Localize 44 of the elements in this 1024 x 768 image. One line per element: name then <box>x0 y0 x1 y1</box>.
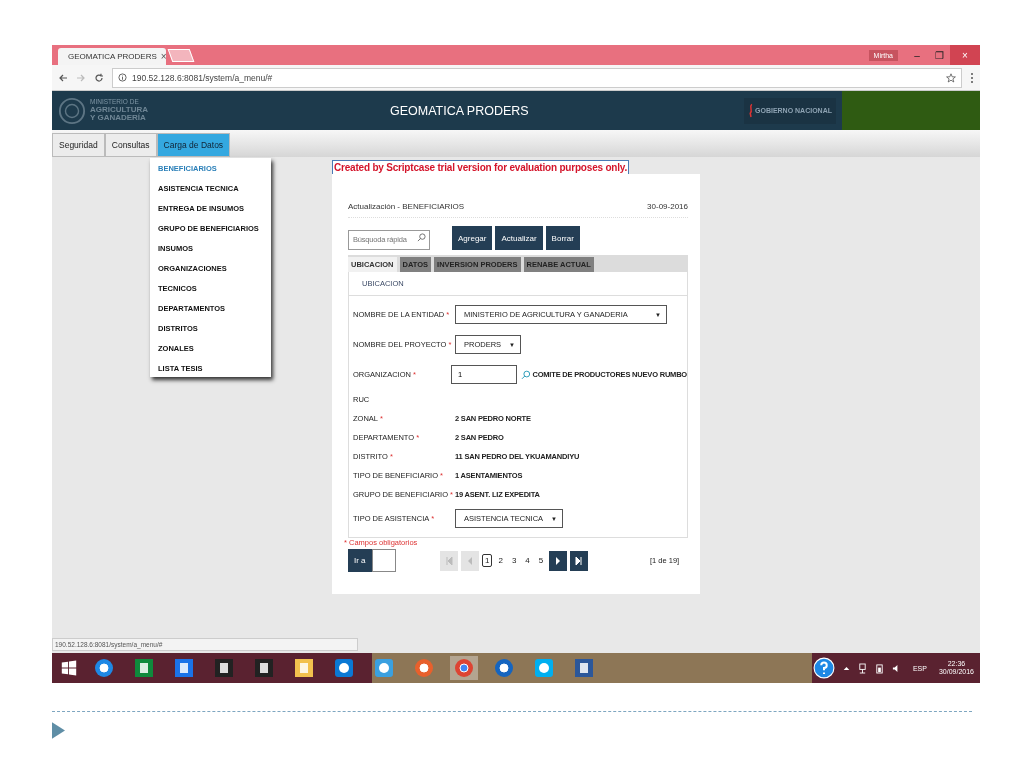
more-icon[interactable] <box>970 71 974 84</box>
new-tab-button[interactable] <box>167 49 195 62</box>
close-button[interactable]: × <box>950 45 980 65</box>
chevron-up-icon[interactable] <box>842 664 850 672</box>
next-page-icon[interactable] <box>549 550 568 571</box>
star-icon[interactable] <box>946 72 956 83</box>
page-link[interactable]: 2 <box>495 554 506 567</box>
page-input[interactable] <box>371 549 396 572</box>
ministry-name: AGRICULTURA <box>90 105 149 114</box>
search-icon <box>417 233 426 242</box>
restore-button[interactable]: ❐ <box>928 45 950 65</box>
menu-item[interactable]: Seguridad <box>52 133 105 157</box>
tab-close-button[interactable]: × <box>160 51 167 62</box>
windows-start-icon[interactable] <box>60 659 78 677</box>
action-button[interactable]: Borrar <box>545 226 580 250</box>
help-icon[interactable] <box>812 657 835 679</box>
bullet-triangle-icon <box>52 722 65 739</box>
url-text: 190.52.128.6:8081/system/a_menu/# <box>132 72 273 83</box>
back-icon[interactable] <box>58 72 68 83</box>
browser-tab[interactable]: GEOMATICA PRODERS × <box>58 48 166 65</box>
minimize-button[interactable]: – <box>906 45 928 65</box>
menu-item[interactable]: Carga de Datos <box>156 133 231 157</box>
seal-icon <box>58 96 86 125</box>
reload-icon[interactable] <box>94 72 104 83</box>
last-page-icon[interactable] <box>570 550 589 571</box>
address-bar[interactable]: 190.52.128.6:8081/system/a_menu/# <box>112 67 962 88</box>
ministry-name: Y GANADERÍA <box>90 113 147 122</box>
battery-icon[interactable] <box>874 662 884 674</box>
form-date: 30-09-2016 <box>647 202 688 211</box>
app-title: GEOMATICA PRODERS <box>390 103 530 118</box>
page-link[interactable]: 4 <box>522 554 533 567</box>
flag-stroke-icon <box>748 101 754 120</box>
page-link[interactable]: 5 <box>535 554 547 567</box>
menu-item[interactable]: Consultas <box>104 133 157 157</box>
info-icon <box>118 73 127 82</box>
tab-title: GEOMATICA PRODERS <box>68 52 157 61</box>
action-button[interactable]: Agregar <box>452 226 493 250</box>
page-link[interactable]: 1 <box>482 554 493 567</box>
form-title: Actualización - BENEFICIARIOS <box>348 202 465 211</box>
action-button[interactable]: Actualizar <box>495 226 543 250</box>
search-icon[interactable] <box>520 369 531 380</box>
network-icon[interactable] <box>857 662 867 674</box>
page-link[interactable]: 3 <box>508 554 520 567</box>
goto-button[interactable]: Ir a <box>348 549 372 572</box>
